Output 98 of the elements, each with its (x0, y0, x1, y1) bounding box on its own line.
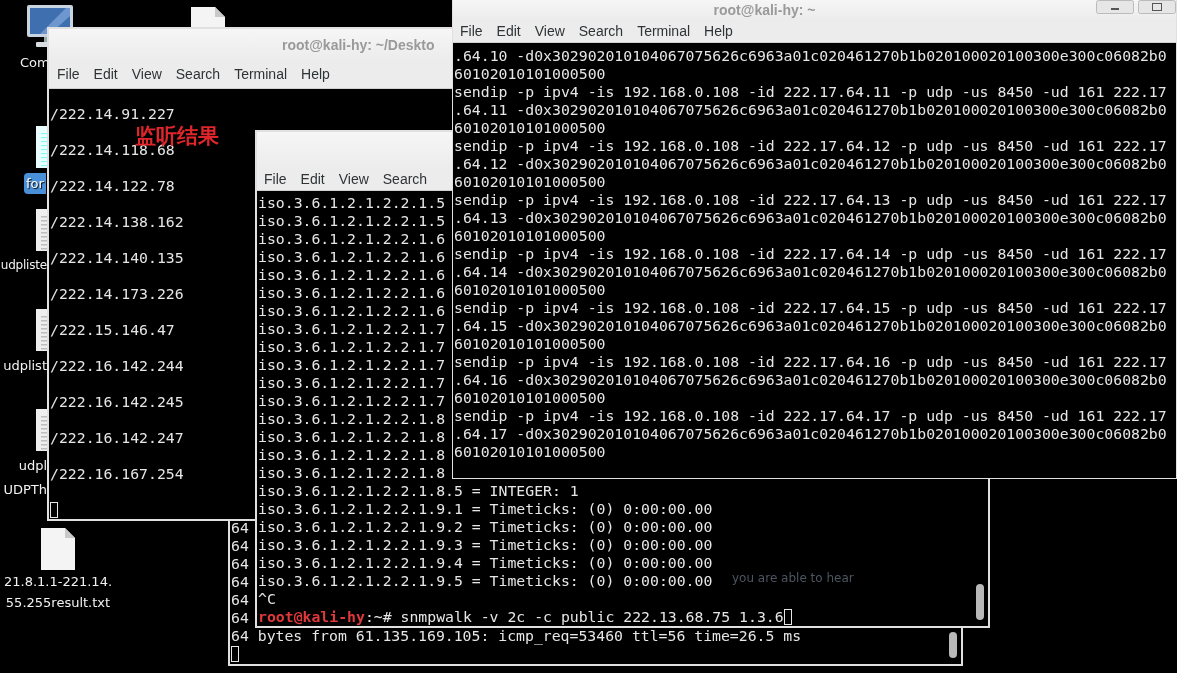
maximize-icon[interactable] (1138, 0, 1176, 14)
desktop-icon-label: udplist (3, 357, 47, 375)
terminal-line: sendip -p ipv4 -is 192.168.0.108 -id 222.17.64.16 -p udp -us 8450 -ud 161 222.17 (454, 353, 1167, 371)
terminal-line: 64 (231, 609, 249, 627)
terminal-line: .64.16 -d0x302902010104067075626c6963a01c020461270b1b020100020100300e300c06082b0 (454, 371, 1167, 389)
terminal-line: /222.15.146.47 (50, 321, 175, 339)
terminal-line: /222.14.140.135 (50, 249, 184, 267)
terminal-line: 64 bytes from 61.135.169.105: icmp_req=53460 ttl=56 time=26.5 ms (231, 627, 802, 645)
terminal-line: iso.3.6.1.2.1.2.2.1.8.5 = INTEGER: 1 (258, 482, 579, 500)
terminal-line: iso.3.6.1.2.1.2.2.1.7 (258, 320, 446, 338)
terminal-line: /222.16.142.244 (50, 357, 184, 375)
terminal-line: sendip -p ipv4 -is 192.168.0.108 -id 222.17.64.12 -p udp -us 8450 -ud 161 222.17 (454, 137, 1167, 155)
menu-item[interactable]: Help (294, 60, 337, 88)
desktop-icon-label: UDPTh (3, 481, 47, 499)
terminal-line: sendip -p ipv4 -is 192.168.0.108 -id 222.17.64.14 -p udp -us 8450 -ud 161 222.17 (454, 245, 1167, 263)
desktop-icon-label: udpl (18, 457, 47, 475)
terminal-line: iso.3.6.1.2.1.2.2.1.6 (258, 248, 446, 266)
terminal-line: iso.3.6.1.2.1.2.2.1.9.5 = Timeticks: (0) 0:00:00.00 (258, 572, 713, 590)
terminal-line: iso.3.6.1.2.1.2.2.1.9.2 = Timeticks: (0) 0:00:00.00 (258, 518, 713, 536)
terminal-line: /222.16.142.247 (50, 429, 184, 447)
terminal-line: iso.3.6.1.2.1.2.2.1.8 (258, 464, 446, 482)
terminal-line: iso.3.6.1.2.1.2.2.1.7 (258, 374, 446, 392)
terminal-line: iso.3.6.1.2.1.2.2.1.6 (258, 266, 446, 284)
menu-item[interactable]: View (124, 60, 169, 88)
terminal-line: 60102010101000500 (454, 389, 606, 407)
terminal-line: /222.14.122.78 (50, 177, 175, 195)
terminal-line: .64.12 -d0x302902010104067075626c6963a01c020461270b1b020100020100300e300c06082b0 (454, 155, 1167, 173)
menu-item[interactable]: Search (375, 168, 435, 190)
terminal-line: 64 (231, 537, 249, 555)
menu-item[interactable]: View (527, 20, 572, 42)
menu-item[interactable]: Edit (86, 60, 125, 88)
terminal-line: .64.10 -d0x302902010104067075626c6963a01c020461270b1b020100020100300e300c06082b0 (454, 47, 1167, 65)
terminal-line: iso.3.6.1.2.1.2.2.1.7 (258, 356, 446, 374)
terminal-line: iso.3.6.1.2.1.2.2.1.5 (258, 194, 446, 212)
terminal-line: sendip -p ipv4 -is 192.168.0.108 -id 222.17.64.17 -p udp -us 8450 -ud 161 222.17 (454, 407, 1167, 425)
terminal-line: root@kali-hy:~# snmpwalk -v 2c -c public 222.13.68.75 1.3.6 (258, 608, 784, 626)
terminal-line: /222.14.173.226 (50, 285, 184, 303)
menu-item[interactable]: Edit (293, 168, 332, 190)
terminal-line: .64.15 -d0x302902010104067075626c6963a01c020461270b1b020100020100300e300c06082b0 (454, 317, 1167, 335)
desktop-icon-label: 21.8.1.1-221.14. (3, 573, 113, 591)
minimize-icon[interactable] (1096, 0, 1134, 14)
menu-item[interactable]: File (50, 60, 87, 88)
text-cursor (50, 502, 58, 518)
terminal-line: /222.16.167.254 (50, 465, 184, 483)
terminal-line: iso.3.6.1.2.1.2.2.1.9.4 = Timeticks: (0) 0:00:00.00 (258, 554, 713, 572)
terminal-line: 64 (231, 573, 249, 591)
window-title: root@kali-hy: ~ (713, 2, 816, 18)
menu-item[interactable]: Terminal (630, 20, 698, 42)
menu-item[interactable]: File (257, 168, 294, 190)
terminal-line: iso.3.6.1.2.1.2.2.1.6 (258, 302, 446, 320)
terminal-line: ^C (258, 590, 276, 608)
desktop-icon-label: udpliste (0, 257, 47, 274)
text-cursor (231, 646, 239, 662)
terminal-line: .64.17 -d0x302902010104067075626c6963a01c020461270b1b020100020100300e300c06082b0 (454, 425, 1167, 443)
terminal-line: /222.14.138.162 (50, 213, 184, 231)
terminal-line: 60102010101000500 (454, 227, 606, 245)
menu-item[interactable]: Terminal (227, 60, 295, 88)
file-icon[interactable] (40, 527, 76, 571)
menu-item[interactable]: Edit (489, 20, 528, 42)
scrollbar[interactable] (976, 584, 984, 620)
menu-item[interactable]: View (331, 168, 376, 190)
terminal-line: .64.14 -d0x302902010104067075626c6963a01c020461270b1b020100020100300e300c06082b0 (454, 263, 1167, 281)
terminal-line: iso.3.6.1.2.1.2.2.1.8 (258, 446, 446, 464)
terminal-line: 60102010101000500 (454, 65, 606, 83)
terminal-line: 64 (231, 591, 249, 609)
terminal-line: 64 (231, 555, 249, 573)
terminal-line: iso.3.6.1.2.1.2.2.1.8 (258, 410, 446, 428)
menu-item[interactable]: File (453, 20, 490, 42)
terminal-line: iso.3.6.1.2.1.2.2.1.7 (258, 392, 446, 410)
terminal-line: 60102010101000500 (454, 443, 606, 461)
terminal-line: sendip -p ipv4 -is 192.168.0.108 -id 222.17.64.15 -p udp -us 8450 -ud 161 222.17 (454, 299, 1167, 317)
scrollbar[interactable] (949, 632, 957, 658)
menu-item[interactable]: Search (571, 20, 631, 42)
terminal-line: iso.3.6.1.2.1.2.2.1.5 (258, 212, 446, 230)
terminal-line: 60102010101000500 (454, 119, 606, 137)
window-title: root@kali-hy: ~/Deskto (282, 36, 435, 53)
terminal-line: sendip -p ipv4 -is 192.168.0.108 -id 222.17.64.11 -p udp -us 8450 -ud 161 222.17 (454, 83, 1167, 101)
terminal-line: 64 (231, 519, 249, 537)
terminal-line: iso.3.6.1.2.1.2.2.1.9.1 = Timeticks: (0) 0:00:00.00 (258, 500, 713, 518)
terminal-line: .64.13 -d0x302902010104067075626c6963a01c020461270b1b020100020100300e300c06082b0 (454, 209, 1167, 227)
terminal-line: iso.3.6.1.2.1.2.2.1.8 (258, 428, 446, 446)
terminal-line: iso.3.6.1.2.1.2.2.1.9.3 = Timeticks: (0) 0:00:00.00 (258, 536, 713, 554)
terminal-line: /222.16.142.245 (50, 393, 184, 411)
menu-item[interactable]: Help (697, 20, 740, 42)
terminal-line: 60102010101000500 (454, 335, 606, 353)
file-icon[interactable] (190, 6, 226, 27)
terminal-line: iso.3.6.1.2.1.2.2.1.6 (258, 230, 446, 248)
terminal-line: .64.11 -d0x302902010104067075626c6963a01c020461270b1b020100020100300e300c06082b0 (454, 101, 1167, 119)
terminal-line: 60102010101000500 (454, 281, 606, 299)
terminal-line: /222.14.91.227 (50, 105, 175, 123)
terminal-line: iso.3.6.1.2.1.2.2.1.6 (258, 284, 446, 302)
terminal-line: sendip -p ipv4 -is 192.168.0.108 -id 222.17.64.13 -p udp -us 8450 -ud 161 222.17 (454, 191, 1167, 209)
wallpaper-tagline: you are able to hear (732, 571, 854, 585)
terminal-line: iso.3.6.1.2.1.2.2.1.7 (258, 338, 446, 356)
desktop-icon-label: 55.255result.txt (5, 594, 111, 612)
desktop-icon-label: for (24, 173, 46, 194)
menu-item[interactable]: Search (168, 60, 228, 88)
terminal-line: 60102010101000500 (454, 173, 606, 191)
